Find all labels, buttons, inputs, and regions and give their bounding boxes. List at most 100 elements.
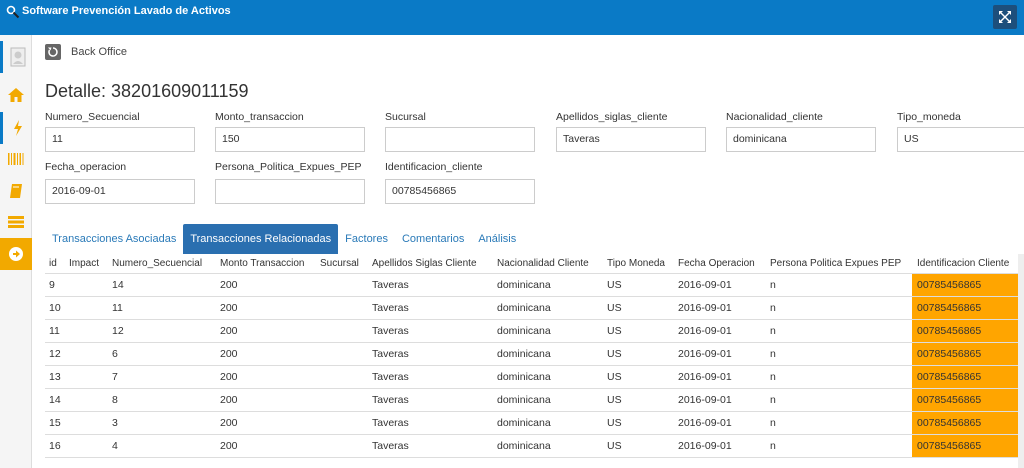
table-cell: 200	[220, 417, 238, 429]
table-row[interactable]: 16 4 200 Taveras dominicana US 2016-09-01 n 0078…	[45, 435, 1024, 458]
table-cell: 00785456865	[912, 343, 1024, 365]
table-cell: Taveras	[372, 371, 409, 383]
table-cell: 200	[220, 394, 238, 406]
table-cell: US	[607, 279, 622, 291]
table-cell: n	[770, 371, 776, 383]
main-content: Back Office Detalle: 38201609011159 Nume…	[32, 35, 1024, 468]
field-label-fecha-operacion: Fecha_operacion	[45, 161, 127, 173]
table-cell: 2016-09-01	[678, 348, 732, 360]
column-header[interactable]: Sucursal	[320, 254, 372, 273]
refresh-button[interactable]	[45, 44, 61, 60]
tab-factores[interactable]: Factores	[338, 224, 395, 254]
table-row[interactable]: 11 12 200 Taveras dominicana US 2016-09-01 n 007…	[45, 320, 1024, 343]
sidebar-item-book[interactable]	[0, 175, 32, 207]
table-cell	[69, 320, 112, 342]
refresh-icon	[48, 47, 58, 57]
monto-transaccion-field[interactable]: 150	[215, 127, 365, 152]
column-header[interactable]: Persona Politica Expues PEP	[770, 254, 917, 273]
numero-secuencial-field[interactable]: 11	[45, 127, 195, 152]
table-cell: 9	[49, 279, 55, 291]
table-row[interactable]: 9 14 200 Taveras dominicana US 2016-09-01 n 0078…	[45, 274, 1024, 297]
table-cell: 200	[220, 440, 238, 452]
sidebar-item-list[interactable]	[0, 206, 32, 238]
table-row[interactable]: 10 11 200 Taveras dominicana US 2016-09-01 n 007…	[45, 297, 1024, 320]
table-cell: 00785456865	[912, 435, 1024, 457]
sidebar-item-barcode[interactable]	[0, 143, 32, 175]
column-header[interactable]: id	[49, 254, 69, 273]
identificacion-field[interactable]: 00785456865	[385, 179, 535, 204]
table-cell: 11	[112, 302, 123, 314]
table-cell: 10	[49, 302, 61, 314]
sidebar-item-user[interactable]	[0, 41, 32, 73]
table-cell: 2016-09-01	[678, 417, 732, 429]
tipo-moneda-field[interactable]: US	[897, 127, 1024, 152]
table-cell: 00785456865	[912, 320, 1024, 342]
table-cell: Taveras	[372, 417, 409, 429]
tab-comentarios[interactable]: Comentarios	[395, 224, 471, 254]
pep-field[interactable]	[215, 179, 365, 204]
field-label-apellidos: Apellidos_siglas_cliente	[556, 111, 668, 123]
table-cell: Taveras	[372, 348, 409, 360]
table-cell	[320, 297, 372, 319]
sidebar-item-home[interactable]	[0, 79, 32, 111]
list-icon	[8, 216, 24, 228]
breadcrumb: Back Office	[45, 44, 127, 60]
table-cell: n	[770, 394, 776, 406]
table-cell	[69, 435, 112, 457]
table-cell: 200	[220, 325, 238, 337]
table-cell: 200	[220, 279, 238, 291]
sidebar-item-transactions[interactable]	[0, 112, 32, 144]
table-header-row: id Impact Numero_Secuencial Monto Transacci…	[45, 254, 1024, 274]
nacionalidad-field[interactable]: dominicana	[726, 127, 876, 152]
fullscreen-button[interactable]	[993, 5, 1017, 29]
column-header[interactable]: Nacionalidad Cliente	[497, 254, 607, 273]
table-cell: dominicana	[497, 440, 551, 452]
table-cell	[320, 389, 372, 411]
table-cell: 8	[112, 394, 118, 406]
table-cell: n	[770, 440, 776, 452]
table-cell: Taveras	[372, 279, 409, 291]
table-cell	[320, 320, 372, 342]
breadcrumb-label[interactable]: Back Office	[71, 46, 127, 58]
table-cell: 200	[220, 371, 238, 383]
sucursal-field[interactable]	[385, 127, 535, 152]
column-header[interactable]: Monto Transaccion	[220, 254, 320, 273]
table-cell: 13	[49, 371, 61, 383]
column-header[interactable]: Tipo Moneda	[607, 254, 678, 273]
table-cell: 00785456865	[912, 412, 1024, 434]
table-row[interactable]: 13 7 200 Taveras dominicana US 2016-09-01 n 0078…	[45, 366, 1024, 389]
column-header[interactable]: Impact	[69, 254, 112, 273]
table-cell: 00785456865	[912, 389, 1024, 411]
tab-bar: Transacciones Asociadas Transacciones Re…	[45, 224, 523, 254]
table-cell: 3	[112, 417, 118, 429]
fecha-operacion-field[interactable]: 2016-09-01	[45, 179, 195, 204]
vertical-scrollbar[interactable]	[1018, 254, 1024, 468]
column-header[interactable]: Numero_Secuencial	[112, 254, 220, 273]
window-title: Software Prevención Lavado de Activos	[22, 5, 231, 17]
table-cell: 2016-09-01	[678, 325, 732, 337]
tab-transacciones-asociadas[interactable]: Transacciones Asociadas	[45, 224, 183, 254]
table-cell: 4	[112, 440, 118, 452]
table-cell: 15	[49, 417, 61, 429]
tab-transacciones-relacionadas[interactable]: Transacciones Relacionadas	[183, 224, 339, 254]
key-magnifier-icon	[6, 5, 20, 19]
field-label-sucursal: Sucursal	[385, 111, 426, 123]
column-header[interactable]: Fecha Operacion	[678, 254, 770, 273]
table-row[interactable]: 14 8 200 Taveras dominicana US 2016-09-01 n 0078…	[45, 389, 1024, 412]
table-cell	[69, 412, 112, 434]
table-row[interactable]: 15 3 200 Taveras dominicana US 2016-09-01 n 0078…	[45, 412, 1024, 435]
field-label-tipo-moneda: Tipo_moneda	[897, 111, 961, 123]
sidebar-item-next[interactable]	[0, 238, 32, 270]
table-cell: 2016-09-01	[678, 279, 732, 291]
table-cell: dominicana	[497, 394, 551, 406]
column-header[interactable]: Identificacion Cliente	[917, 254, 1024, 273]
table-cell: 00785456865	[912, 274, 1024, 296]
table-cell: 12	[49, 348, 61, 360]
apellidos-field[interactable]: Taveras	[556, 127, 706, 152]
tab-analisis[interactable]: Análisis	[471, 224, 523, 254]
table-cell: 14	[112, 279, 124, 291]
table-cell: n	[770, 279, 776, 291]
column-header[interactable]: Apellidos Siglas Cliente	[372, 254, 497, 273]
table-cell: dominicana	[497, 417, 551, 429]
table-row[interactable]: 12 6 200 Taveras dominicana US 2016-09-01 n 0078…	[45, 343, 1024, 366]
